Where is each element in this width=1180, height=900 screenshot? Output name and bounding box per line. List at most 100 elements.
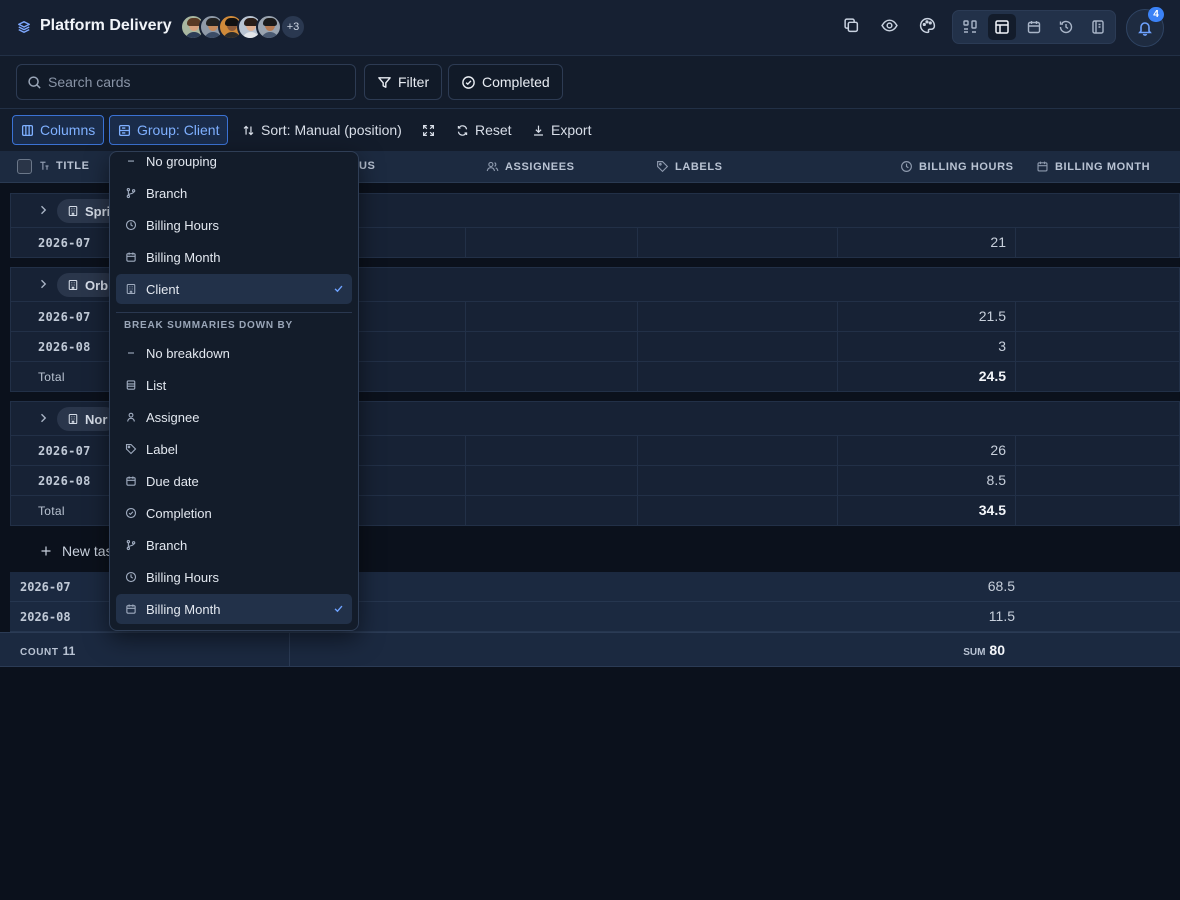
- export-button[interactable]: Export: [524, 115, 599, 145]
- sort-button[interactable]: Sort: Manual (position): [234, 115, 410, 145]
- columns-icon: [21, 124, 34, 136]
- docs-view-button[interactable]: [1084, 14, 1112, 40]
- more-members-badge[interactable]: +3: [280, 14, 306, 40]
- total-value: 34.5: [978, 502, 1006, 518]
- columns-button-label: Columns: [40, 122, 96, 138]
- breakdown-section-heading: BREAK SUMMARIES DOWN BY: [124, 320, 293, 331]
- count-value: 11: [62, 644, 76, 658]
- calendar-icon: [116, 251, 146, 263]
- menu-item-completion[interactable]: Completion: [116, 498, 352, 528]
- board-view-button[interactable]: [956, 14, 984, 40]
- menu-item-branch[interactable]: Branch: [116, 530, 352, 560]
- summary-row-value: 3: [998, 338, 1006, 354]
- total-label: Total: [38, 370, 65, 384]
- total-label: Total: [38, 504, 65, 518]
- calendar-view-button[interactable]: [1020, 14, 1048, 40]
- building-icon: [68, 413, 78, 425]
- menu-item-label[interactable]: Label: [116, 434, 352, 464]
- checkmark-icon: [333, 283, 344, 294]
- menu-item-no-breakdown[interactable]: No breakdown: [116, 338, 352, 368]
- search-input[interactable]: [48, 65, 348, 99]
- table-icon: [995, 20, 1009, 34]
- menu-item-label: Assignee: [146, 409, 200, 425]
- export-button-label: Export: [551, 122, 592, 138]
- search-icon: [28, 76, 41, 89]
- refresh-icon: [457, 124, 468, 136]
- search-box[interactable]: [16, 64, 356, 100]
- chevron-right-icon[interactable]: [37, 278, 49, 290]
- menu-item-branch[interactable]: Branch: [116, 178, 352, 208]
- menu-item-label: Billing Hours: [146, 569, 219, 585]
- board-icon: [963, 20, 977, 33]
- checkmark-icon: [333, 603, 344, 614]
- column-header-billing-month[interactable]: BILLING MONTH: [1036, 160, 1150, 173]
- sort-icon: [243, 125, 254, 135]
- menu-item-billing-hours[interactable]: Billing Hours: [116, 210, 352, 240]
- column-header-labels[interactable]: LABELS: [656, 160, 723, 173]
- summary-row-label: 2026-07: [38, 236, 91, 250]
- calendar-icon: [1027, 21, 1041, 34]
- tag-icon: [116, 443, 146, 455]
- group-name: Spri: [85, 203, 111, 219]
- palette-icon[interactable]: [919, 17, 936, 34]
- layers-icon: [17, 20, 31, 34]
- columns-button[interactable]: Columns: [12, 115, 105, 145]
- check-circle-icon: [116, 507, 146, 519]
- menu-item-label: Billing Hours: [146, 217, 219, 233]
- copy-icon[interactable]: [843, 17, 860, 34]
- menu-item-label: Due date: [146, 473, 199, 489]
- menu-item-client[interactable]: Client: [116, 274, 352, 304]
- column-header-assignees-label: ASSIGNEES: [505, 160, 575, 173]
- menu-item-assignee[interactable]: Assignee: [116, 402, 352, 432]
- list-icon: [116, 379, 146, 391]
- column-header-assignees[interactable]: ASSIGNEES: [486, 160, 575, 173]
- column-header-title[interactable]: TITLE: [38, 160, 90, 172]
- completed-toggle-button[interactable]: Completed: [448, 64, 563, 100]
- filter-button[interactable]: Filter: [364, 64, 443, 100]
- text-icon: [40, 161, 49, 170]
- select-all-checkbox[interactable]: [17, 159, 32, 174]
- reset-button-label: Reset: [475, 122, 512, 138]
- expand-button[interactable]: [414, 115, 443, 145]
- people-icon: [486, 161, 499, 172]
- column-header-status-label: US: [359, 160, 376, 172]
- summary-row-value: 8.5: [986, 472, 1006, 488]
- download-icon: [534, 125, 543, 136]
- table-view-button[interactable]: [988, 14, 1016, 40]
- eye-icon[interactable]: [881, 17, 898, 34]
- summary-row-label: 2026-07: [20, 580, 71, 594]
- reset-button[interactable]: Reset: [448, 115, 520, 145]
- column-header-billing-hours[interactable]: BILLING HOURS: [900, 160, 1014, 173]
- group-by-button-label: Group: Client: [137, 122, 220, 138]
- expand-icon: [423, 124, 434, 136]
- summary-row-label: 2026-08: [38, 474, 91, 488]
- menu-item-label: Client: [146, 281, 180, 297]
- history-view-button[interactable]: [1052, 14, 1080, 40]
- group-by-button[interactable]: Group: Client: [109, 115, 229, 145]
- menu-item-list[interactable]: List: [116, 370, 352, 400]
- menu-item-billing-month[interactable]: Billing Month: [116, 594, 352, 624]
- count-label: COUNT: [20, 647, 59, 658]
- new-task-button[interactable]: New tas: [40, 543, 113, 559]
- building-icon: [68, 205, 78, 217]
- menu-item-billing-hours[interactable]: Billing Hours: [116, 562, 352, 592]
- chevron-right-icon[interactable]: [37, 412, 49, 424]
- group-icon: [118, 124, 131, 136]
- avatar[interactable]: [256, 14, 282, 40]
- table-toolbar: Columns Group: Client Sort: Manual (posi…: [0, 109, 1180, 151]
- column-header-status[interactable]: US: [359, 160, 375, 172]
- menu-item-label: List: [146, 377, 167, 393]
- chevron-right-icon[interactable]: [37, 204, 49, 216]
- total-value: 24.5: [978, 368, 1006, 384]
- menu-item-due-date[interactable]: Due date: [116, 466, 352, 496]
- menu-item-label: Label: [146, 441, 178, 457]
- menu-item-no-grouping[interactable]: No grouping: [116, 152, 352, 176]
- notifications-button[interactable]: 4: [1126, 7, 1164, 47]
- menu-item-billing-month[interactable]: Billing Month: [116, 242, 352, 272]
- building-icon: [116, 283, 146, 295]
- sort-button-label: Sort: Manual (position): [261, 122, 402, 138]
- tag-icon: [657, 161, 669, 173]
- menu-divider: [116, 312, 352, 313]
- sum-label: SUM: [963, 647, 986, 658]
- document-icon: [1092, 20, 1104, 34]
